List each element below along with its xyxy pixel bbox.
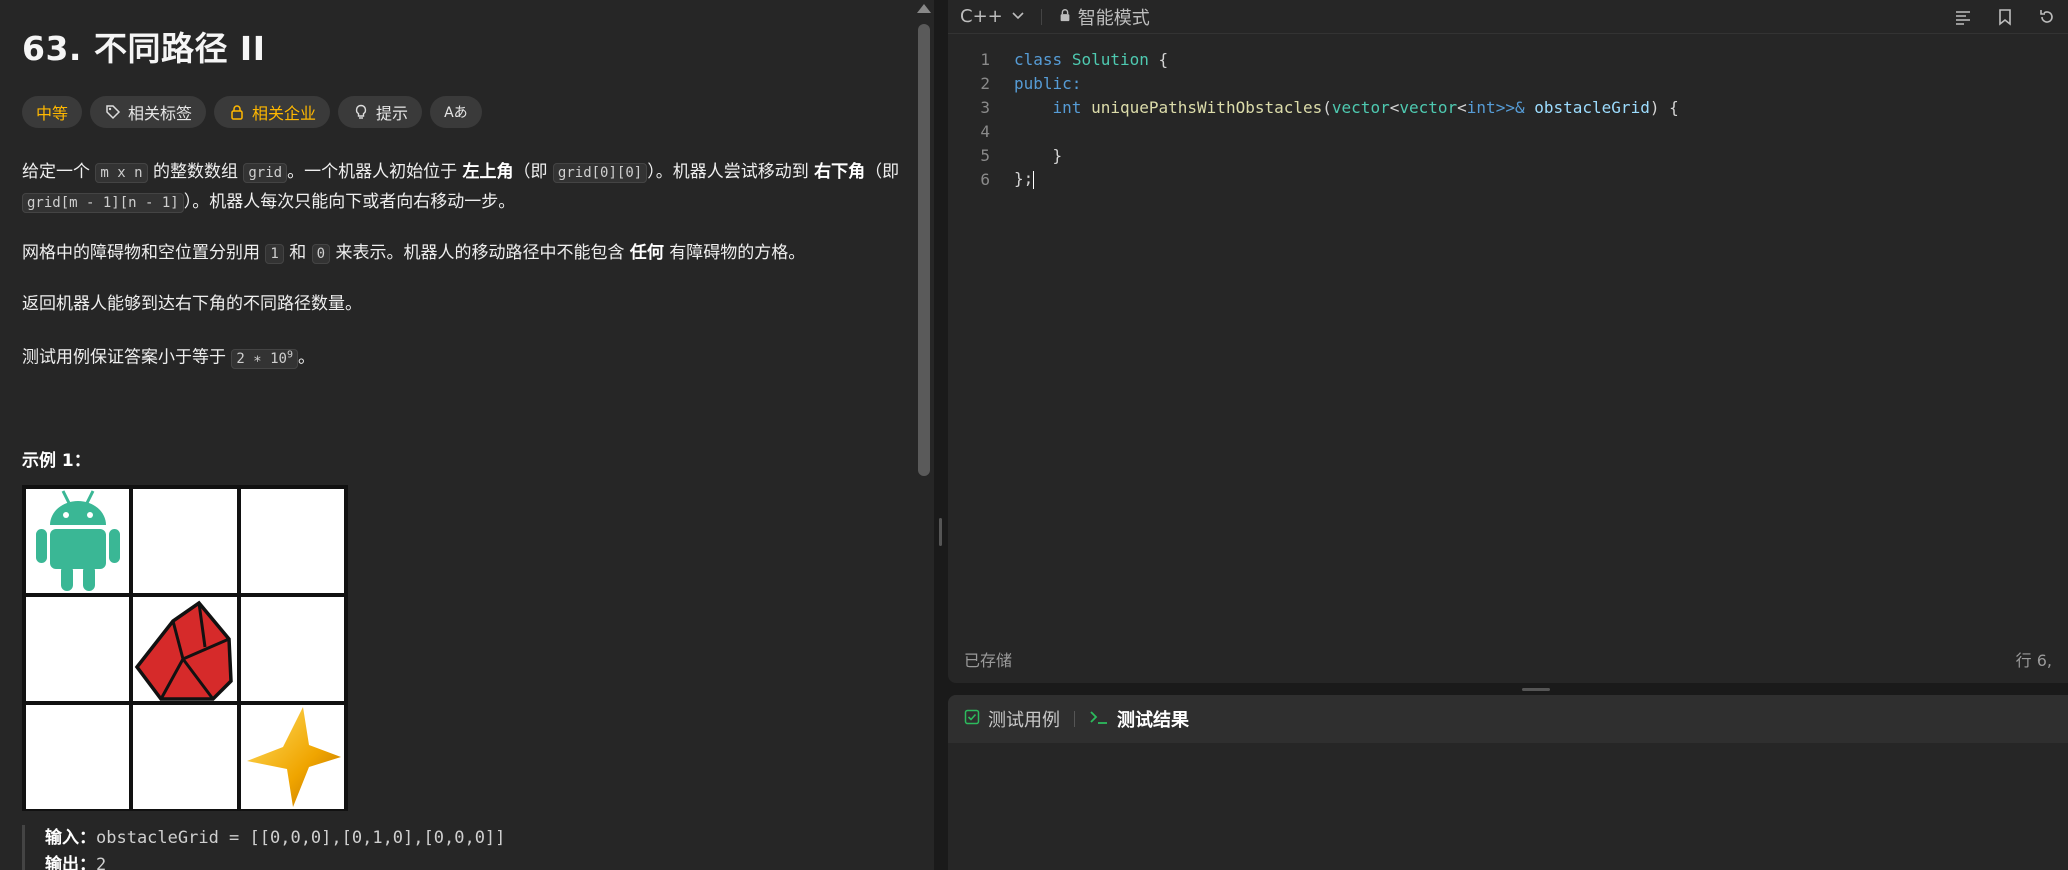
example-grid-image: [22, 484, 348, 811]
grid-cell: [24, 702, 131, 811]
lightbulb-icon: [352, 103, 370, 121]
grid-cell-obstacle: [131, 594, 239, 703]
grid-cell-goal: [239, 702, 346, 811]
smart-mode-toggle[interactable]: 智能模式: [1058, 4, 1150, 30]
splitter-handle[interactable]: [939, 518, 942, 546]
lock-icon: [228, 103, 246, 121]
code-line: 3 int uniquePathsWithObstacles(vector<ve…: [980, 97, 1679, 117]
example-1-title: 示例 1：: [22, 450, 91, 471]
grid-cell: [239, 594, 346, 703]
test-panel-tabs: 测试用例 测试结果: [948, 695, 2068, 743]
checkbox-check-icon: [964, 709, 980, 730]
code-content[interactable]: 1 class Solution { 2 public: 3 int uniqu…: [948, 34, 2068, 634]
description-paragraph-3: 返回机器人能够到达右下角的不同路径数量。: [22, 294, 362, 314]
test-panel: 测试用例 测试结果: [948, 695, 2068, 870]
grid-cell: [24, 486, 131, 595]
tag-icon: [104, 103, 122, 121]
problem-scrollbar-thumb[interactable]: [918, 24, 930, 476]
star-icon: [246, 706, 341, 807]
tab-test-results[interactable]: 测试结果: [1089, 706, 1189, 732]
translate-button[interactable]: Aあ: [430, 96, 482, 128]
code-line: 4: [980, 121, 990, 141]
difficulty-badge[interactable]: 中等: [22, 96, 83, 128]
rock-obstacle-icon: [134, 600, 233, 701]
description-paragraph-4: 测试用例保证答案小于等于 2 ∗ 109。: [22, 347, 316, 369]
grid-cell: [131, 702, 239, 811]
editor-toolbar: C++ 智能模式: [948, 0, 2068, 34]
problem-panel: 63. 不同路径 II 中等 相关标签 相关企业 提示 Aあ 给定一个 m x …: [0, 0, 934, 870]
tag-row: 中等 相关标签 相关企业 提示 Aあ: [22, 96, 912, 128]
chevron-down-icon: [1011, 6, 1025, 27]
translate-icon: Aあ: [444, 105, 468, 121]
text-caret: [1033, 170, 1035, 189]
code-line: 2 public:: [980, 73, 1082, 93]
grid-cell: [24, 594, 131, 703]
toolbar-separator: [1040, 8, 1042, 25]
vertical-splitter[interactable]: [934, 0, 948, 870]
horizontal-splitter[interactable]: [948, 683, 2068, 695]
editor-actions: [1954, 8, 2056, 26]
hint-button[interactable]: 提示: [338, 96, 423, 128]
grid-cell: [239, 486, 346, 595]
description-paragraph-2: 网格中的障碍物和空位置分别用 1 和 0 来表示。机器人的移动路径中不能包含 任…: [22, 243, 806, 264]
example-1-io: 输入：obstacleGrid = [[0,0,0],[0,1,0],[0,0,…: [22, 824, 912, 870]
tab-test-cases[interactable]: 测试用例: [964, 706, 1060, 732]
code-line: 5 }: [980, 145, 1063, 165]
related-tags-button[interactable]: 相关标签: [90, 96, 207, 128]
grid-cell: [131, 486, 239, 595]
problem-title: 63. 不同路径 II: [22, 29, 266, 68]
language-select[interactable]: C++: [960, 6, 1025, 27]
description-paragraph-1: 给定一个 m x n 的整数数组 grid 。一个机器人初始位于 左上角（即 gr…: [22, 162, 900, 213]
horizontal-splitter-handle[interactable]: [1522, 688, 1550, 691]
example-output: 输出：2: [45, 854, 107, 870]
saved-status: 已存储: [964, 650, 1013, 670]
code-line: 6 };: [980, 169, 1035, 189]
cursor-position: 行 6,: [2015, 650, 2052, 670]
code-editor-panel: C++ 智能模式 1 class Solution {2 public: 3 …: [948, 0, 2068, 683]
editor-status-bar: 已存储 行 6,: [948, 634, 2068, 683]
scroll-up-arrow-icon[interactable]: [917, 4, 931, 13]
android-robot-icon: [35, 489, 120, 591]
reset-icon[interactable]: [2038, 8, 2056, 26]
lock-icon: [1058, 6, 1072, 27]
related-company-button[interactable]: 相关企业: [214, 96, 331, 128]
code-line: 1 class Solution {: [980, 49, 1169, 69]
example-input: 输入：obstacleGrid = [[0,0,0],[0,1,0],[0,0,…: [45, 827, 506, 848]
tab-separator: [1074, 711, 1075, 727]
format-align-icon[interactable]: [1954, 8, 1972, 26]
bookmark-icon[interactable]: [1996, 8, 2014, 26]
terminal-icon: [1089, 709, 1109, 730]
